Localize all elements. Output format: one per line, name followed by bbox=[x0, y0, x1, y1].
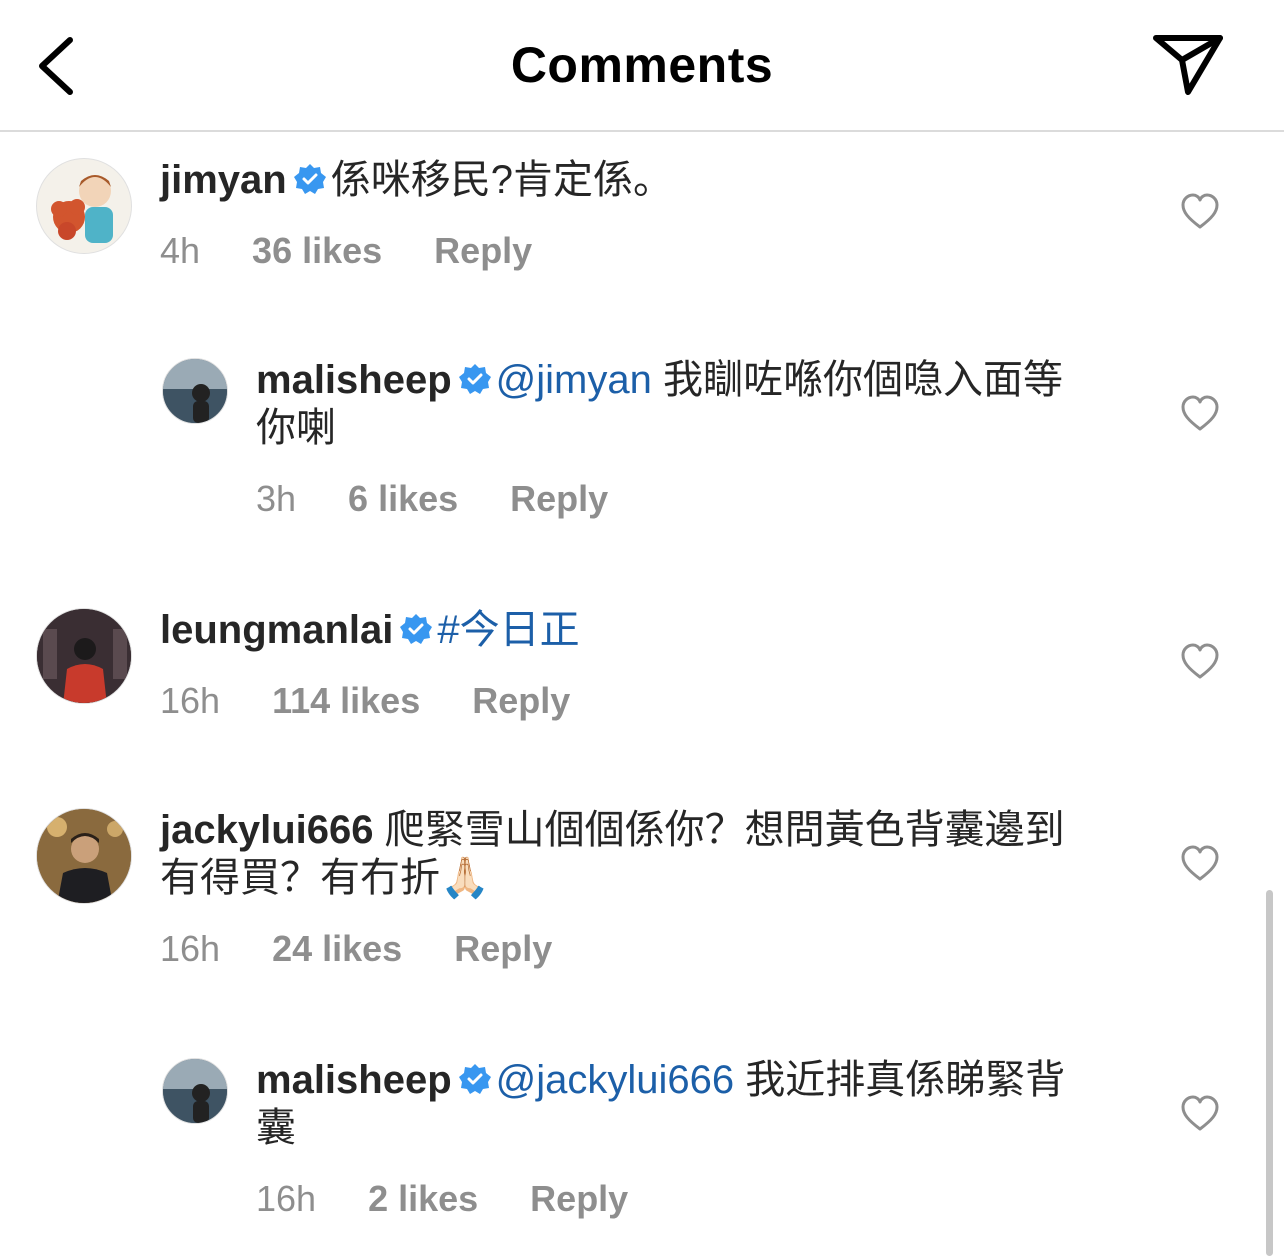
comment-meta: 16h 24 likes Reply bbox=[160, 928, 604, 970]
scrollbar[interactable] bbox=[1266, 890, 1273, 1256]
heart-icon[interactable] bbox=[1180, 642, 1220, 682]
likes-count[interactable]: 24 likes bbox=[272, 928, 402, 970]
avatar[interactable] bbox=[36, 808, 132, 904]
verified-badge-icon bbox=[458, 364, 491, 394]
comment-text: leungmanlai #今日正 bbox=[160, 606, 1100, 654]
comment-time: 16h bbox=[256, 1178, 317, 1219]
reply-button[interactable]: Reply bbox=[434, 230, 532, 272]
comment-time: 16h bbox=[160, 680, 221, 721]
hashtag-link[interactable]: #今日正 bbox=[437, 608, 579, 652]
header-bar: Comments bbox=[0, 0, 1284, 132]
reply-button[interactable]: Reply bbox=[454, 928, 552, 970]
comment-time: 16h bbox=[160, 928, 221, 969]
comment-meta: 16h 2 likes Reply bbox=[256, 1178, 680, 1220]
reply-button[interactable]: Reply bbox=[472, 680, 570, 722]
reply-button[interactable]: Reply bbox=[530, 1178, 628, 1220]
share-button[interactable] bbox=[1150, 30, 1226, 102]
comment-text: malisheep @jackylui666 我近排真係睇緊背囊 bbox=[256, 1056, 1086, 1152]
avatar[interactable] bbox=[36, 608, 132, 704]
username[interactable]: jimyan bbox=[160, 158, 287, 202]
reply-button[interactable]: Reply bbox=[510, 478, 608, 520]
praying-hands-emoji: 🙏🏻 bbox=[440, 856, 490, 900]
username[interactable]: malisheep bbox=[256, 358, 452, 402]
verified-badge-icon bbox=[400, 614, 433, 644]
username[interactable]: jackylui666 bbox=[160, 808, 374, 852]
avatar[interactable] bbox=[162, 1058, 228, 1124]
reply-item: malisheep @jimyan 我瞓咗喺你個喼入面等你喇 3h 6 likes… bbox=[0, 350, 1284, 550]
comment-item: jackylui666 爬緊雪山個個係你？想問黃色背囊邊到有得買？有冇折🙏🏻 1… bbox=[0, 800, 1284, 990]
likes-count[interactable]: 114 likes bbox=[272, 680, 420, 722]
username[interactable]: leungmanlai bbox=[160, 608, 393, 652]
likes-count[interactable]: 6 likes bbox=[348, 478, 458, 520]
comment-item: jimyan 係咪移民?肯定係。 4h 36 likes Reply bbox=[0, 150, 1284, 310]
paper-plane-icon bbox=[1153, 35, 1223, 95]
heart-icon[interactable] bbox=[1180, 192, 1220, 232]
comment-meta: 3h 6 likes Reply bbox=[256, 478, 660, 520]
comment-time: 4h bbox=[160, 230, 201, 271]
heart-icon[interactable] bbox=[1180, 394, 1220, 434]
comment-text: jackylui666 爬緊雪山個個係你？想問黃色背囊邊到有得買？有冇折🙏🏻 bbox=[160, 806, 1100, 902]
comment-text: malisheep @jimyan 我瞓咗喺你個喼入面等你喇 bbox=[256, 356, 1086, 452]
comment-meta: 4h 36 likes Reply bbox=[160, 230, 584, 272]
heart-icon[interactable] bbox=[1180, 1094, 1220, 1134]
heart-icon[interactable] bbox=[1180, 844, 1220, 884]
likes-count[interactable]: 36 likes bbox=[252, 230, 382, 272]
comment-item: leungmanlai #今日正 16h 114 likes Reply bbox=[0, 600, 1284, 740]
comment-time: 3h bbox=[256, 478, 297, 519]
mention-link[interactable]: @jimyan bbox=[496, 358, 652, 402]
reply-item: malisheep @jackylui666 我近排真係睇緊背囊 16h 2 li… bbox=[0, 1050, 1284, 1250]
username[interactable]: malisheep bbox=[256, 1058, 452, 1102]
page-title: Comments bbox=[510, 37, 774, 93]
comment-body: 係咪移民?肯定係。 bbox=[330, 158, 673, 202]
mention-link[interactable]: @jackylui666 bbox=[496, 1058, 735, 1102]
comment-text: jimyan 係咪移民?肯定係。 bbox=[160, 156, 1100, 204]
verified-badge-icon bbox=[293, 164, 326, 194]
comment-meta: 16h 114 likes Reply bbox=[160, 680, 622, 722]
avatar[interactable] bbox=[162, 358, 228, 424]
likes-count[interactable]: 2 likes bbox=[368, 1178, 478, 1220]
verified-badge-icon bbox=[458, 1064, 491, 1094]
avatar[interactable] bbox=[36, 158, 132, 254]
